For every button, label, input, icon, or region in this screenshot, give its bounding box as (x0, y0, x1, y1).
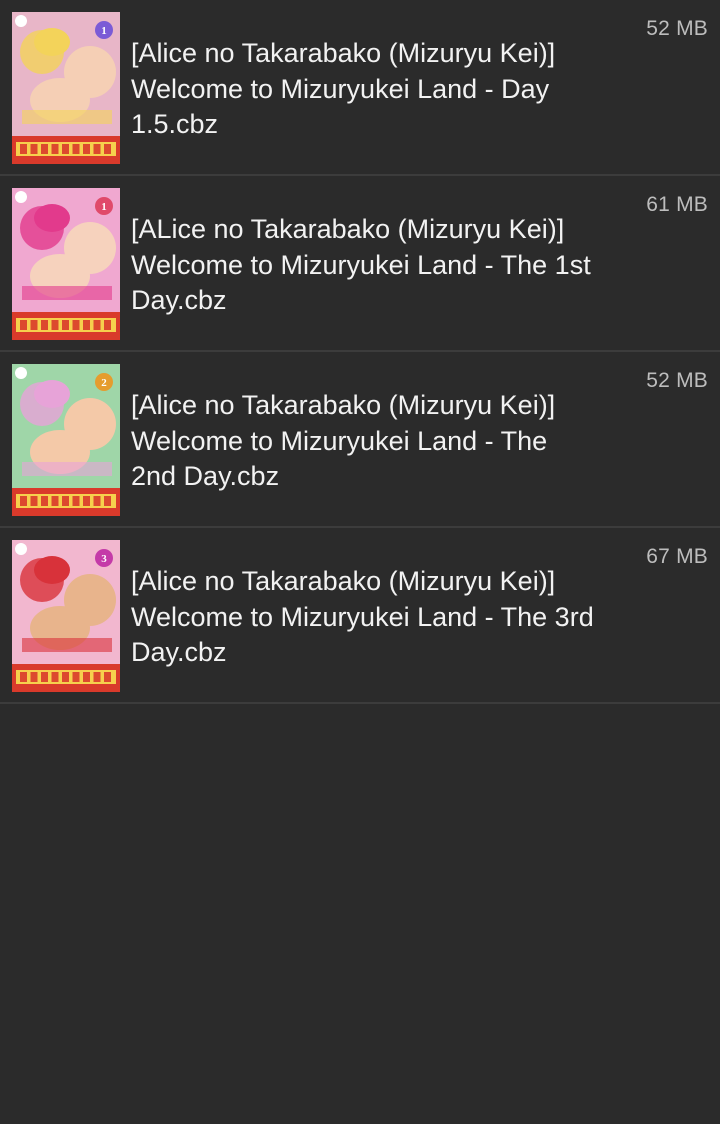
file-name: [Alice no Takarabako (Mizuryu Kei)] Welc… (131, 38, 556, 139)
file-size: 52 MB (646, 17, 708, 40)
cover-corner-mark (15, 367, 27, 379)
cover-art: 1 (12, 12, 120, 164)
cover-corner-mark (15, 191, 27, 203)
cover-volume-number: 2 (101, 377, 107, 389)
file-name: [Alice no Takarabako (Mizuryu Kei)] Welc… (131, 390, 556, 491)
cover-thumbnail: 2 (12, 364, 120, 516)
file-list-item[interactable]: 1 52 MB [Alice no Takarabako (Mizuryu Ke… (0, 0, 720, 176)
file-list-item[interactable]: 2 52 MB [Alice no Takarabako (Mizuryu Ke… (0, 352, 720, 528)
file-list-item[interactable]: 1 61 MB [ALice no Takarabako (Mizuryu Ke… (0, 176, 720, 352)
cover-art: 1 (12, 188, 120, 340)
cover-volume-number: 1 (101, 201, 107, 213)
file-size: 52 MB (646, 369, 708, 392)
cover-volume-number: 3 (101, 553, 107, 565)
file-name: [Alice no Takarabako (Mizuryu Kei)] Welc… (131, 566, 594, 667)
cover-thumbnail: 3 (12, 540, 120, 692)
cover-corner-mark (15, 15, 27, 27)
file-size: 67 MB (646, 545, 708, 568)
empty-list-area (0, 704, 720, 1116)
cover-volume-number: 1 (101, 25, 107, 37)
cover-thumbnail: 1 (12, 12, 120, 164)
file-name: [ALice no Takarabako (Mizuryu Kei)] Welc… (131, 214, 591, 315)
file-list-item[interactable]: 3 67 MB [Alice no Takarabako (Mizuryu Ke… (0, 528, 720, 704)
cover-thumbnail: 1 (12, 188, 120, 340)
cover-art: 2 (12, 364, 120, 516)
cover-art: 3 (12, 540, 120, 692)
file-list: 1 52 MB [Alice no Takarabako (Mizuryu Ke… (0, 0, 720, 704)
cover-corner-mark (15, 543, 27, 555)
file-size: 61 MB (646, 193, 708, 216)
